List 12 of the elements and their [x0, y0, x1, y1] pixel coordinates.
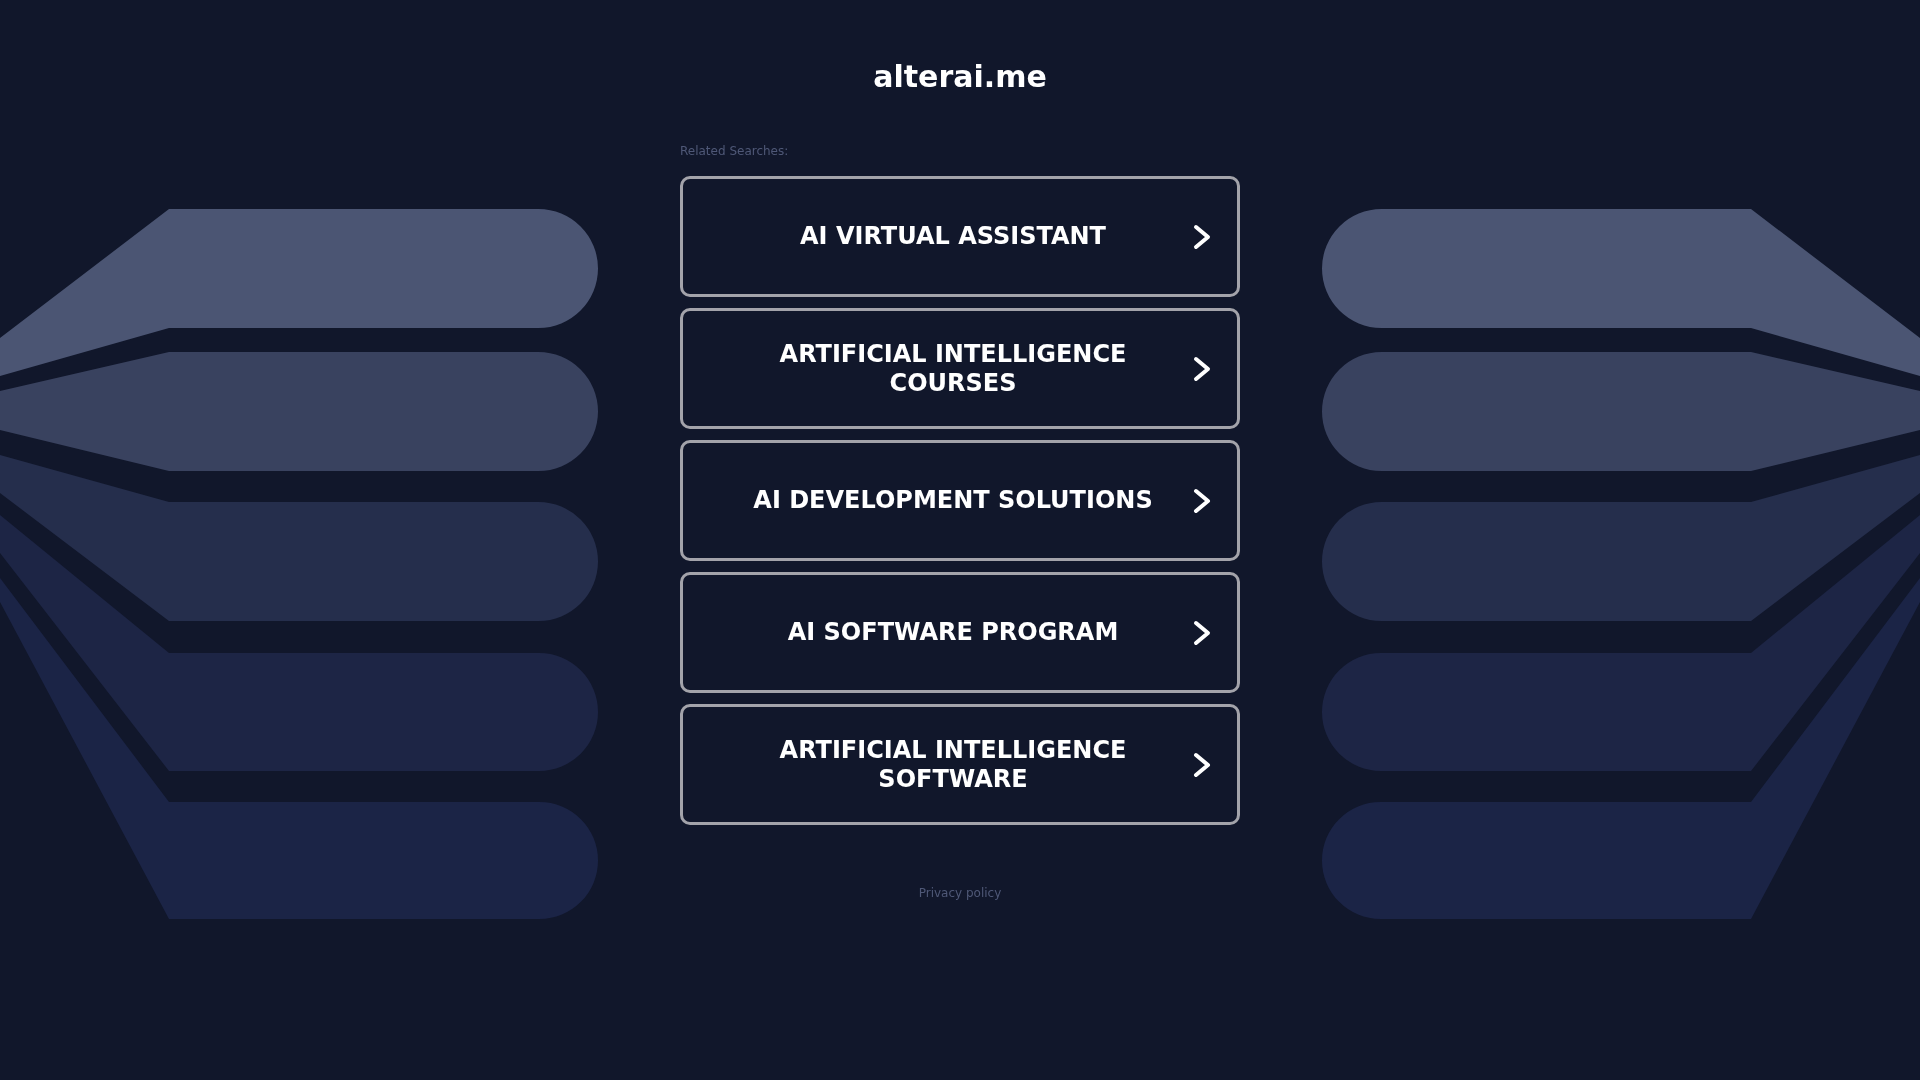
chevron-right-icon [1193, 487, 1211, 514]
chevron-right-icon [1193, 355, 1211, 382]
related-search-button[interactable]: AI VIRTUAL ASSISTANT [680, 176, 1240, 297]
site-title: alterai.me [873, 58, 1047, 96]
related-search-button[interactable]: AI DEVELOPMENT SOLUTIONS [680, 440, 1240, 561]
related-search-button[interactable]: AI SOFTWARE PROGRAM [680, 572, 1240, 693]
chevron-right-icon [1193, 751, 1211, 778]
related-search-button[interactable]: ARTIFICIAL INTELLIGENCE COURSES [680, 308, 1240, 429]
chevron-right-icon [1193, 619, 1211, 646]
related-searches-label: Related Searches: [680, 144, 789, 159]
chevron-right-icon [1193, 223, 1211, 250]
related-search-button[interactable]: ARTIFICIAL INTELLIGENCE SOFTWARE [680, 704, 1240, 825]
